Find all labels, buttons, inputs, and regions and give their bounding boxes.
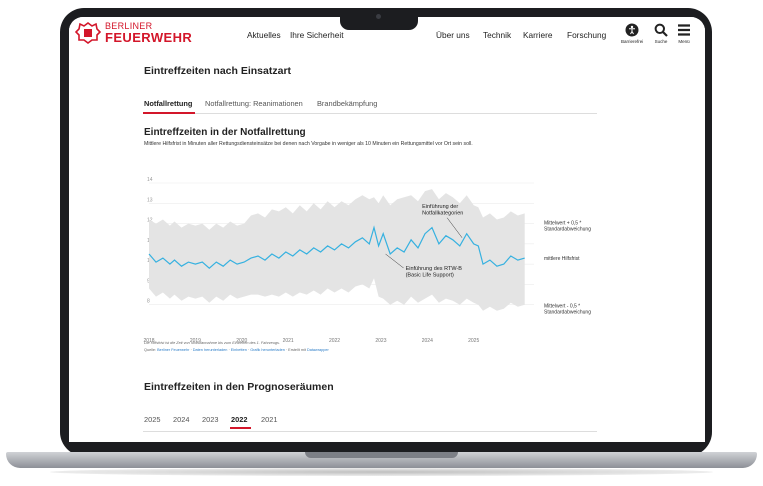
- accessibility-icon: [625, 23, 639, 37]
- year-tab-2023[interactable]: 2023: [202, 415, 218, 424]
- datawrapper-link[interactable]: Datawrapper: [307, 348, 329, 352]
- nav-ueber-uns[interactable]: Über uns: [436, 30, 470, 40]
- chart-note: Die Hilfsfrist ist die Zeit von Notrufan…: [144, 341, 280, 345]
- source-link-feuerwehr[interactable]: Berliner Feuerwehr: [157, 348, 189, 352]
- mean-label: mittlere Hilfsfrist: [544, 256, 580, 262]
- section-title-prognoseraeume: Eintreffzeiten in den Prognoseräumen: [144, 381, 334, 393]
- logo-wordmark: BERLINER FEUERWEHR: [105, 22, 193, 45]
- x-tick-label: 2025: [468, 338, 479, 344]
- std-deviation-band: [149, 189, 525, 311]
- chart-title: Eintreffzeiten in der Notfallrettung: [144, 127, 306, 138]
- x-tick-label: 2021: [283, 338, 294, 344]
- search-button[interactable]: Suche: [652, 23, 670, 44]
- active-tab-indicator: [143, 112, 195, 114]
- tab-notfallrettung[interactable]: Notfallrettung: [144, 99, 192, 108]
- tab-divider: [143, 113, 597, 114]
- laptop-base-groove: [305, 452, 458, 458]
- tab-brandbekaempfung[interactable]: Brandbekämpfung: [317, 99, 377, 108]
- camera-lens: [376, 14, 381, 19]
- year-tab-2022[interactable]: 2022: [231, 415, 247, 424]
- logo-line-2: FEUERWEHR: [105, 30, 193, 45]
- accessibility-label: Barrierefrei: [621, 39, 644, 44]
- chart-source: Quelle: Berliner Feuerwehr · Daten herun…: [144, 348, 329, 352]
- active-year-indicator: [230, 427, 251, 429]
- lower-band-label: Mittelwert - 0,5 * Standardabweichung: [544, 304, 591, 316]
- nav-karriere[interactable]: Karriere: [523, 30, 553, 40]
- download-data-link[interactable]: Daten herunterladen: [193, 348, 228, 352]
- menu-label: Menü: [678, 39, 690, 44]
- year-tab-2024[interactable]: 2024: [173, 415, 189, 424]
- tab-reanimationen[interactable]: Notfallrettung: Reanimationen: [205, 99, 303, 108]
- x-tick-label: 2022: [329, 338, 340, 344]
- annotation-rtw-b: Einführung des RTW-B (Basic Life Support): [406, 266, 463, 279]
- site-logo[interactable]: BERLINER FEUERWEHR: [75, 21, 192, 45]
- chart-subtitle: Mittlere Hilfsfrist in Minuten aller Ret…: [144, 141, 473, 147]
- y-tick-label: 14: [147, 177, 153, 183]
- menu-icon: [678, 24, 690, 36]
- annotation-notfallkategorien: Einführung der Notfallkategorien: [422, 204, 463, 217]
- laptop-mockup: BERLINER FEUERWEHR Aktuelles Ihre Sicher…: [0, 0, 763, 486]
- upper-band-label: Mittelwert + 0,5 * Standardabweichung: [544, 220, 591, 232]
- nav-forschung[interactable]: Forschung: [567, 30, 606, 40]
- fire-brigade-emblem-icon: [75, 22, 101, 44]
- x-tick-label: 2023: [375, 338, 386, 344]
- laptop-shadow: [50, 468, 713, 476]
- nav-technik[interactable]: Technik: [483, 30, 511, 40]
- search-label: Suche: [654, 39, 668, 44]
- y-tick-label: 13: [147, 197, 153, 203]
- y-tick-label: 8: [147, 299, 150, 305]
- nav-ihre-sicherheit[interactable]: Ihre Sicherheit: [290, 30, 344, 40]
- camera-notch: [340, 8, 418, 30]
- nav-aktuelles[interactable]: Aktuelles: [247, 30, 281, 40]
- source-prefix: Quelle:: [144, 348, 158, 352]
- embed-link[interactable]: Einbetten: [231, 348, 247, 352]
- x-tick-label: 2024: [422, 338, 433, 344]
- browser-viewport: BERLINER FEUERWEHR Aktuelles Ihre Sicher…: [69, 17, 705, 442]
- year-tab-divider: [143, 431, 597, 432]
- created-with-text: · Erstellt mit: [284, 348, 307, 352]
- menu-button[interactable]: Menü: [676, 23, 692, 44]
- search-icon: [654, 23, 668, 37]
- line-chart: 8910111213142018201920202021202220232024…: [143, 177, 591, 344]
- accessibility-button[interactable]: Barrierefrei: [621, 23, 643, 44]
- year-tab-2021[interactable]: 2021: [261, 415, 277, 424]
- year-tab-2025[interactable]: 2025: [144, 415, 160, 424]
- download-graphic-link[interactable]: Grafik herunterladen: [250, 348, 285, 352]
- section-title: Eintreffzeiten nach Einsatzart: [144, 65, 292, 77]
